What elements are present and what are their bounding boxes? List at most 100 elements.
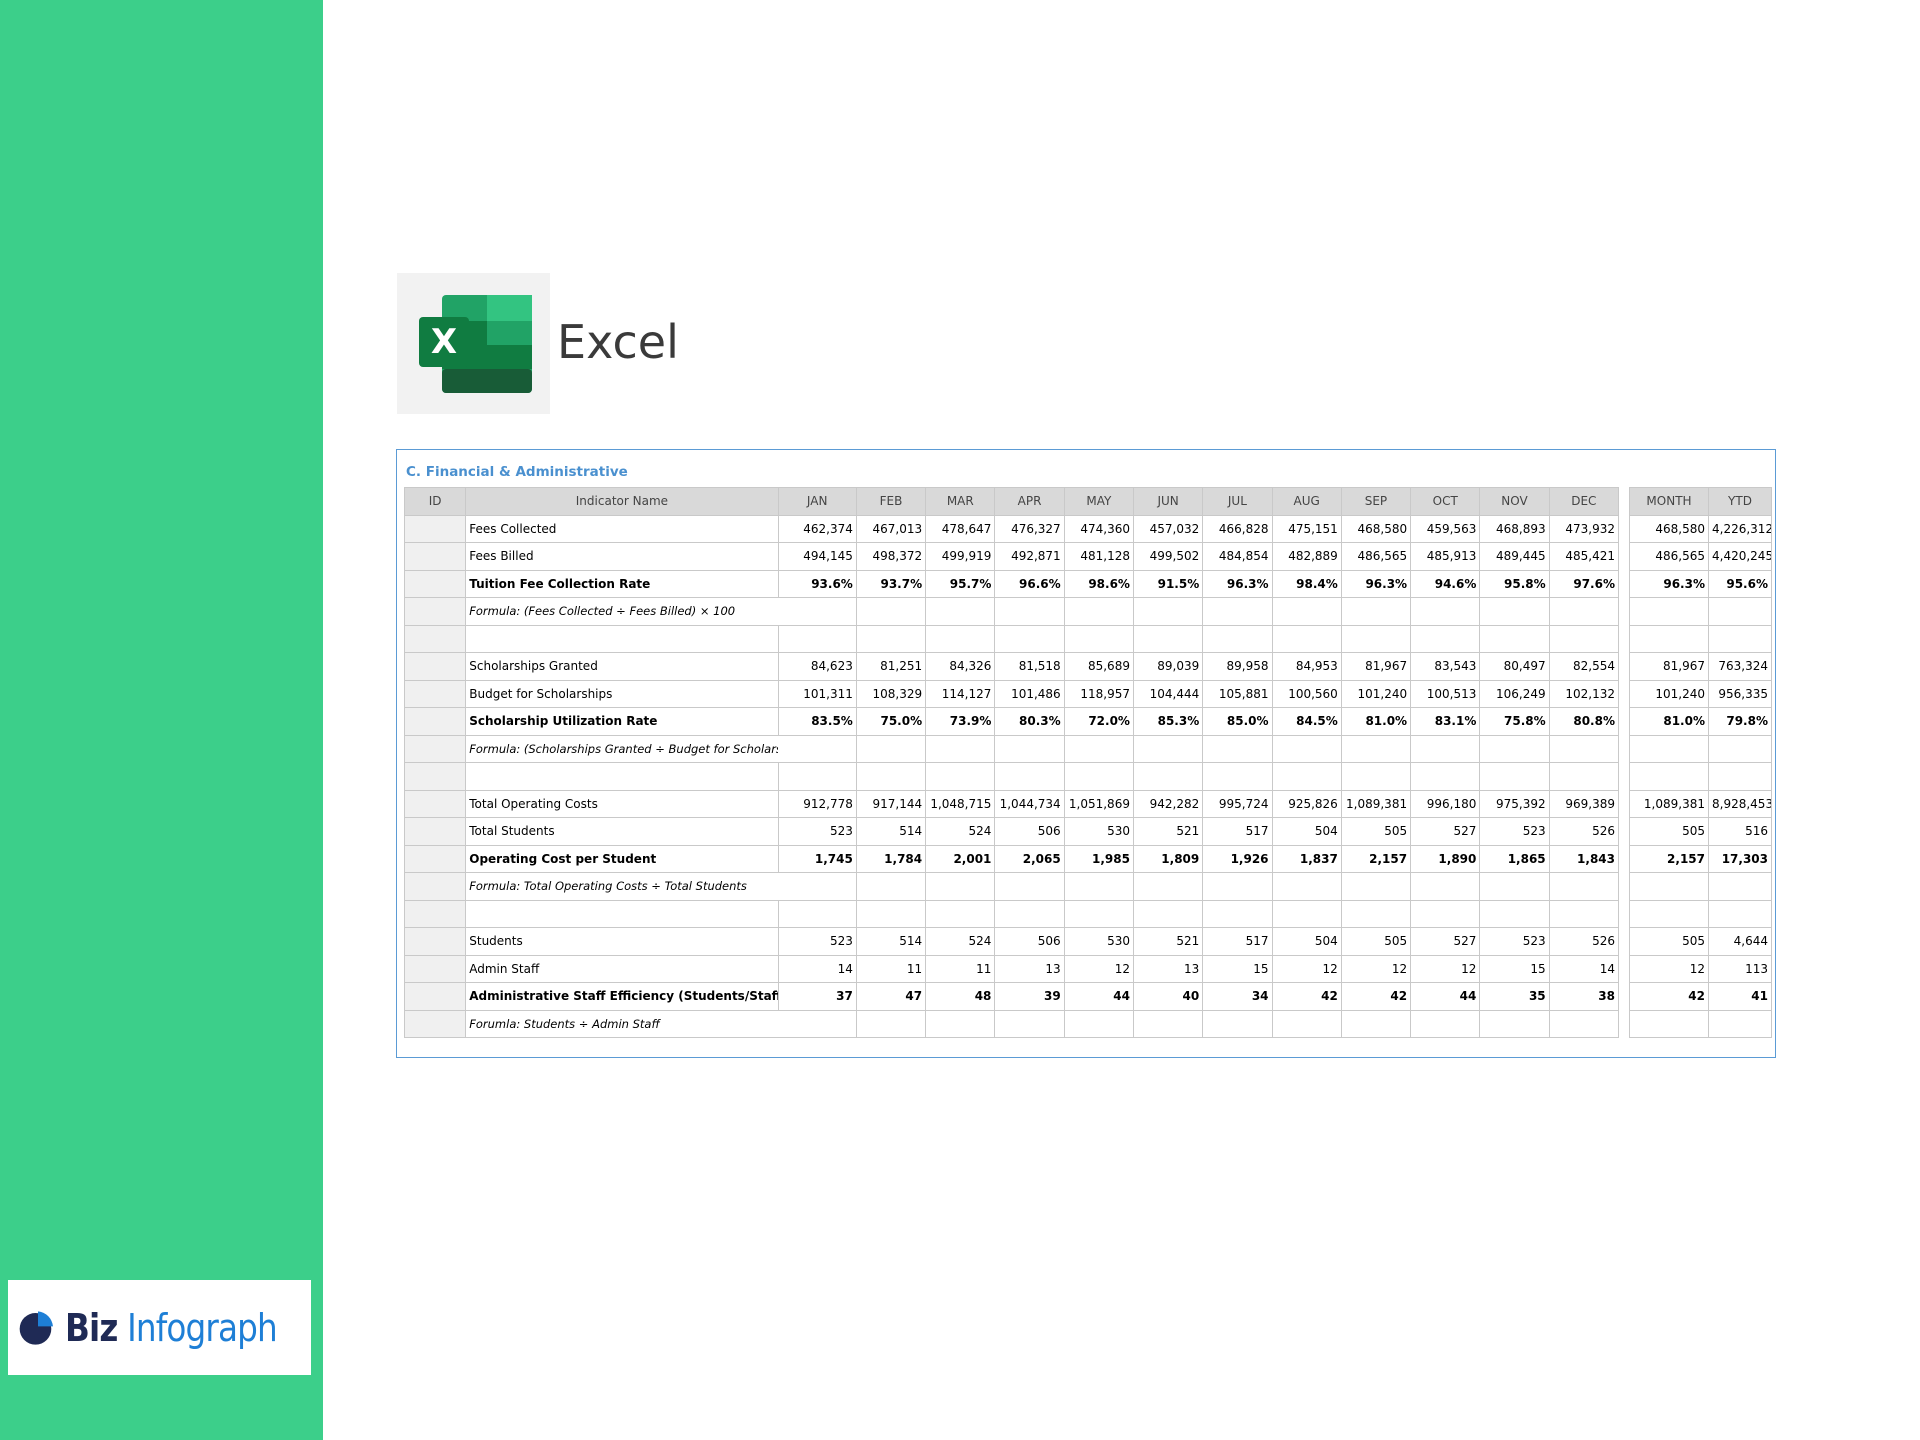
month-value-cell[interactable] xyxy=(925,762,996,791)
month-value-cell[interactable] xyxy=(994,734,1065,763)
month-summary-cell[interactable]: 81.0% xyxy=(1629,707,1709,736)
month-value-cell[interactable] xyxy=(1410,899,1481,928)
month-value-cell[interactable]: 473,932 xyxy=(1548,514,1620,543)
indicator-name-cell[interactable]: Administrative Staff Efficiency (Student… xyxy=(465,982,779,1011)
ytd-cell[interactable]: 4,644 xyxy=(1708,927,1772,956)
month-value-cell[interactable] xyxy=(777,597,857,626)
month-value-cell[interactable]: 468,893 xyxy=(1479,514,1550,543)
month-value-cell[interactable]: 81.0% xyxy=(1340,707,1412,736)
id-cell[interactable] xyxy=(403,707,467,736)
month-value-cell[interactable]: 14 xyxy=(777,954,857,983)
month-value-cell[interactable] xyxy=(1132,597,1204,626)
id-cell[interactable] xyxy=(403,734,467,763)
col-header-indicator-name[interactable]: Indicator Name xyxy=(465,487,779,516)
month-value-cell[interactable] xyxy=(1340,1009,1412,1038)
month-value-cell[interactable] xyxy=(994,762,1065,791)
month-value-cell[interactable]: 1,784 xyxy=(855,844,927,873)
month-value-cell[interactable]: 96.6% xyxy=(994,569,1065,598)
ytd-cell[interactable]: 4,226,312 xyxy=(1708,514,1772,543)
month-value-cell[interactable] xyxy=(994,899,1065,928)
month-value-cell[interactable]: 98.4% xyxy=(1271,569,1342,598)
col-header-month[interactable]: SEP xyxy=(1340,487,1412,516)
month-value-cell[interactable]: 48 xyxy=(925,982,996,1011)
col-header-ytd[interactable]: YTD xyxy=(1708,487,1772,516)
month-value-cell[interactable] xyxy=(1132,899,1204,928)
month-value-cell[interactable] xyxy=(925,624,996,653)
col-header-month-summary[interactable]: MONTH xyxy=(1629,487,1709,516)
month-value-cell[interactable]: 504 xyxy=(1271,817,1342,846)
month-value-cell[interactable]: 1,044,734 xyxy=(994,789,1065,818)
id-cell[interactable] xyxy=(403,844,467,873)
month-value-cell[interactable]: 474,360 xyxy=(1063,514,1134,543)
month-value-cell[interactable] xyxy=(1479,899,1550,928)
col-header-month[interactable]: JAN xyxy=(777,487,857,516)
month-value-cell[interactable]: 514 xyxy=(855,927,927,956)
id-cell[interactable] xyxy=(403,542,467,571)
month-value-cell[interactable]: 489,445 xyxy=(1479,542,1550,571)
month-value-cell[interactable]: 47 xyxy=(855,982,927,1011)
month-value-cell[interactable] xyxy=(777,1009,857,1038)
month-value-cell[interactable]: 1,865 xyxy=(1479,844,1550,873)
month-value-cell[interactable]: 13 xyxy=(994,954,1065,983)
month-value-cell[interactable]: 478,647 xyxy=(925,514,996,543)
month-value-cell[interactable]: 81,518 xyxy=(994,652,1065,681)
month-value-cell[interactable]: 104,444 xyxy=(1132,679,1204,708)
month-value-cell[interactable] xyxy=(855,597,927,626)
month-value-cell[interactable] xyxy=(1063,899,1134,928)
col-header-month[interactable]: FEB xyxy=(855,487,927,516)
month-value-cell[interactable] xyxy=(1340,762,1412,791)
month-value-cell[interactable] xyxy=(925,872,996,901)
month-value-cell[interactable] xyxy=(1063,734,1134,763)
month-value-cell[interactable]: 97.6% xyxy=(1548,569,1620,598)
id-cell[interactable] xyxy=(403,789,467,818)
month-value-cell[interactable] xyxy=(994,1009,1065,1038)
month-value-cell[interactable]: 95.7% xyxy=(925,569,996,598)
month-value-cell[interactable]: 499,502 xyxy=(1132,542,1204,571)
month-value-cell[interactable]: 42 xyxy=(1271,982,1342,1011)
month-value-cell[interactable] xyxy=(1548,734,1620,763)
month-value-cell[interactable] xyxy=(1271,1009,1342,1038)
month-value-cell[interactable] xyxy=(1548,1009,1620,1038)
month-summary-cell[interactable]: 505 xyxy=(1629,927,1709,956)
month-value-cell[interactable] xyxy=(994,624,1065,653)
ytd-cell[interactable]: 956,335 xyxy=(1708,679,1772,708)
id-cell[interactable] xyxy=(403,927,467,956)
month-value-cell[interactable]: 505 xyxy=(1340,817,1412,846)
month-value-cell[interactable]: 75.0% xyxy=(855,707,927,736)
month-value-cell[interactable] xyxy=(1202,899,1273,928)
month-value-cell[interactable]: 925,826 xyxy=(1271,789,1342,818)
month-value-cell[interactable]: 494,145 xyxy=(777,542,857,571)
month-value-cell[interactable]: 996,180 xyxy=(1410,789,1481,818)
ytd-cell[interactable] xyxy=(1708,734,1772,763)
month-value-cell[interactable]: 527 xyxy=(1410,817,1481,846)
month-value-cell[interactable]: 2,065 xyxy=(994,844,1065,873)
month-value-cell[interactable] xyxy=(855,872,927,901)
id-cell[interactable] xyxy=(403,679,467,708)
ytd-cell[interactable]: 41 xyxy=(1708,982,1772,1011)
month-value-cell[interactable] xyxy=(1410,624,1481,653)
month-summary-cell[interactable]: 12 xyxy=(1629,954,1709,983)
ytd-cell[interactable]: 4,420,245 xyxy=(1708,542,1772,571)
month-value-cell[interactable]: 84,623 xyxy=(777,652,857,681)
month-value-cell[interactable]: 105,881 xyxy=(1202,679,1273,708)
month-value-cell[interactable]: 85.0% xyxy=(1202,707,1273,736)
month-value-cell[interactable]: 484,854 xyxy=(1202,542,1273,571)
month-value-cell[interactable]: 101,240 xyxy=(1340,679,1412,708)
month-summary-cell[interactable] xyxy=(1629,624,1709,653)
month-value-cell[interactable]: 106,249 xyxy=(1479,679,1550,708)
ytd-cell[interactable] xyxy=(1708,1009,1772,1038)
month-value-cell[interactable]: 83,543 xyxy=(1410,652,1481,681)
month-value-cell[interactable]: 523 xyxy=(1479,927,1550,956)
month-value-cell[interactable] xyxy=(1410,872,1481,901)
month-value-cell[interactable]: 95.8% xyxy=(1479,569,1550,598)
month-value-cell[interactable]: 37 xyxy=(777,982,857,1011)
month-value-cell[interactable] xyxy=(994,872,1065,901)
month-value-cell[interactable]: 40 xyxy=(1132,982,1204,1011)
month-value-cell[interactable]: 504 xyxy=(1271,927,1342,956)
id-cell[interactable] xyxy=(403,899,467,928)
month-value-cell[interactable] xyxy=(855,899,927,928)
month-summary-cell[interactable]: 505 xyxy=(1629,817,1709,846)
indicator-name-cell[interactable]: Scholarships Granted xyxy=(465,652,779,681)
ytd-cell[interactable] xyxy=(1708,899,1772,928)
month-value-cell[interactable]: 481,128 xyxy=(1063,542,1134,571)
